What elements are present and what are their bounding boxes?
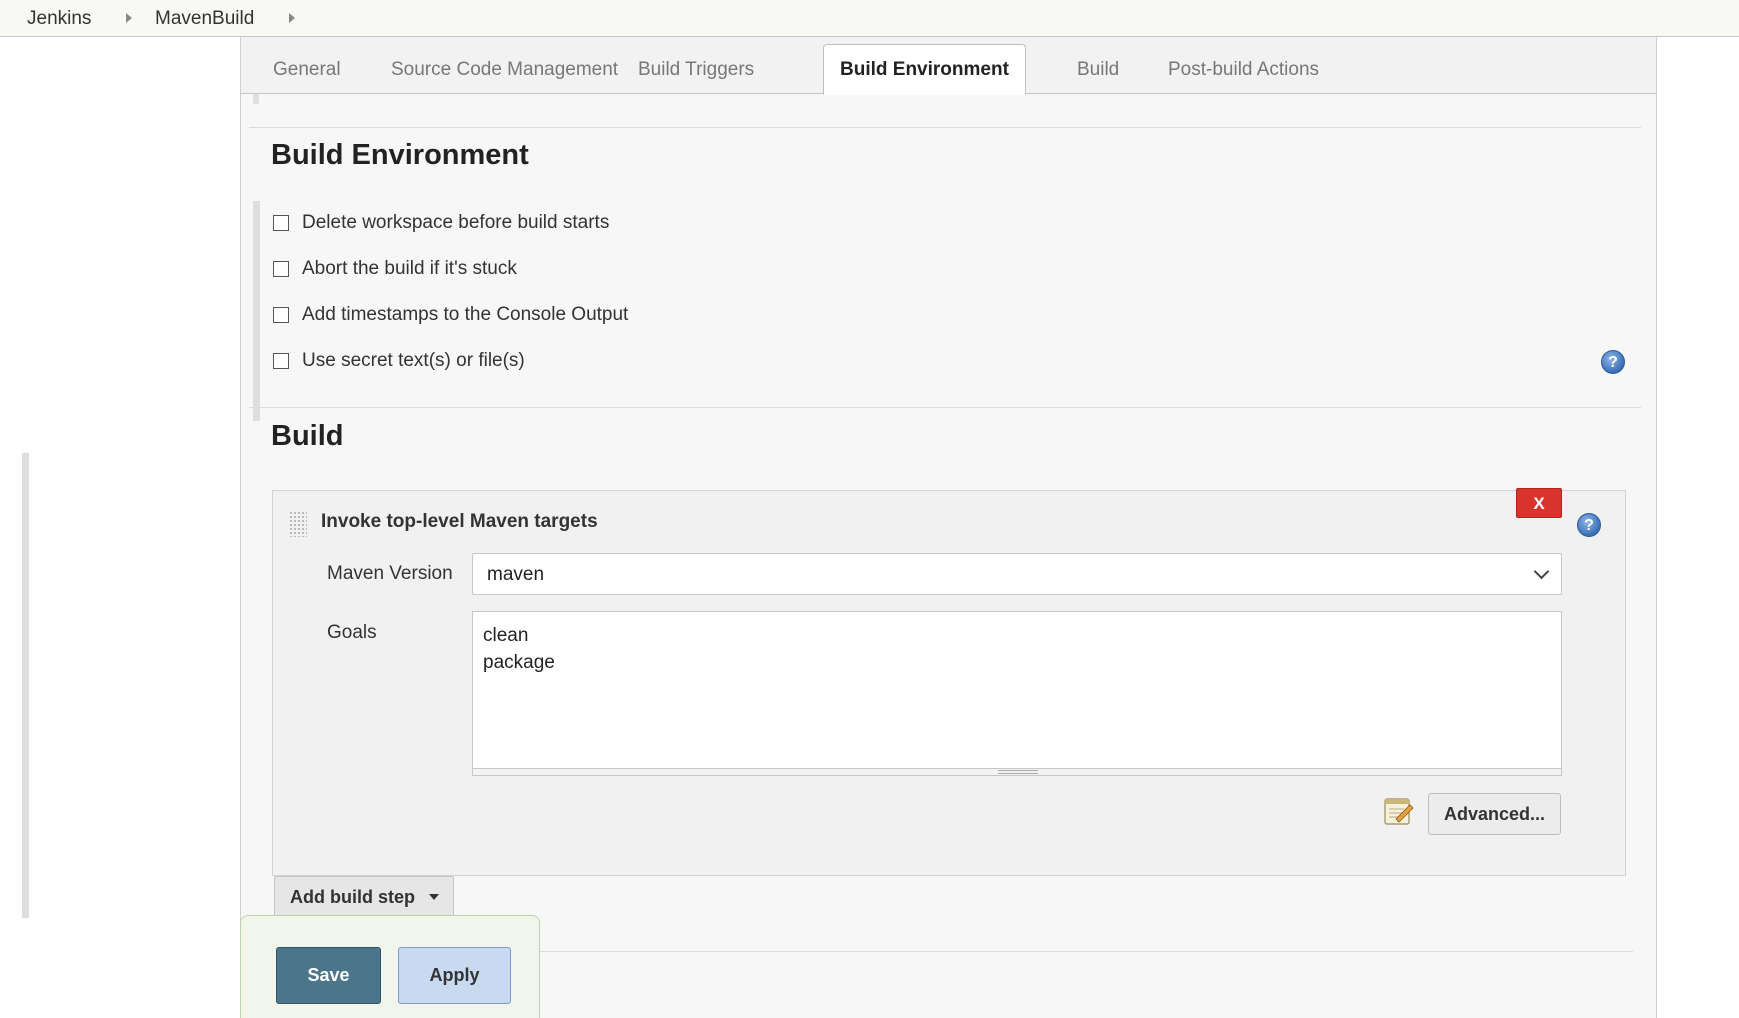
- save-button[interactable]: Save: [276, 947, 381, 1004]
- abort-stuck-checkbox[interactable]: [273, 261, 289, 277]
- textarea-resize-handle[interactable]: [472, 769, 1562, 776]
- drag-handle-icon[interactable]: [289, 511, 307, 537]
- section-divider: [249, 127, 1641, 128]
- breadcrumb-arrow-icon[interactable]: [126, 13, 132, 23]
- build-step-title: Invoke top-level Maven targets: [321, 511, 598, 532]
- tab-build-triggers[interactable]: Build Triggers: [622, 47, 770, 93]
- goals-line: package: [483, 652, 555, 673]
- option-label[interactable]: Abort the build if it's stuck: [302, 258, 517, 280]
- tab-build-environment[interactable]: Build Environment: [823, 44, 1026, 95]
- chevron-down-icon: [1533, 563, 1550, 580]
- advanced-button[interactable]: Advanced...: [1428, 793, 1561, 835]
- section-title-build: Build: [271, 420, 344, 452]
- option-label[interactable]: Delete workspace before build starts: [302, 212, 609, 234]
- caret-down-icon: [429, 894, 439, 900]
- breadcrumb-arrow-icon[interactable]: [289, 13, 295, 23]
- section-divider: [249, 407, 1641, 408]
- help-icon[interactable]: ?: [1601, 350, 1625, 374]
- maven-version-select[interactable]: maven: [472, 553, 1562, 595]
- breadcrumb: Jenkins MavenBuild: [0, 0, 1739, 37]
- secret-text-checkbox[interactable]: [273, 353, 289, 369]
- delete-workspace-checkbox[interactable]: [273, 215, 289, 231]
- option-label[interactable]: Use secret text(s) or file(s): [302, 350, 525, 372]
- build-step-group-bar: [22, 453, 29, 918]
- section-divider: [540, 951, 1633, 952]
- tab-source-code-management[interactable]: Source Code Management: [375, 47, 634, 93]
- breadcrumb-job[interactable]: MavenBuild: [155, 8, 254, 30]
- goals-label: Goals: [327, 622, 377, 643]
- apply-button[interactable]: Apply: [398, 947, 511, 1004]
- add-build-step-button[interactable]: Add build step: [274, 876, 454, 917]
- save-bar: Save Apply: [240, 915, 540, 1018]
- tab-general[interactable]: General: [257, 47, 357, 93]
- section-title-build-environment: Build Environment: [271, 139, 529, 171]
- config-tabs: General Source Code Management Build Tri…: [241, 37, 1656, 95]
- maven-version-label: Maven Version: [327, 563, 453, 584]
- tab-build[interactable]: Build: [1061, 47, 1135, 93]
- breadcrumb-jenkins[interactable]: Jenkins: [27, 8, 91, 30]
- goals-line: clean: [483, 625, 529, 646]
- tab-post-build-actions[interactable]: Post-build Actions: [1152, 47, 1335, 93]
- resize-grip-icon: [998, 770, 1038, 774]
- add-timestamps-checkbox[interactable]: [273, 307, 289, 323]
- delete-build-step-button[interactable]: X: [1516, 488, 1562, 518]
- maven-version-value: maven: [487, 564, 545, 585]
- option-label[interactable]: Add timestamps to the Console Output: [302, 304, 628, 326]
- section-group-bar: [253, 201, 260, 421]
- add-build-step-label: Add build step: [290, 887, 415, 907]
- goals-textarea[interactable]: clean package: [472, 611, 1562, 769]
- section-indicator: [253, 94, 259, 104]
- help-icon[interactable]: ?: [1577, 513, 1601, 537]
- notepad-icon[interactable]: [1382, 795, 1414, 827]
